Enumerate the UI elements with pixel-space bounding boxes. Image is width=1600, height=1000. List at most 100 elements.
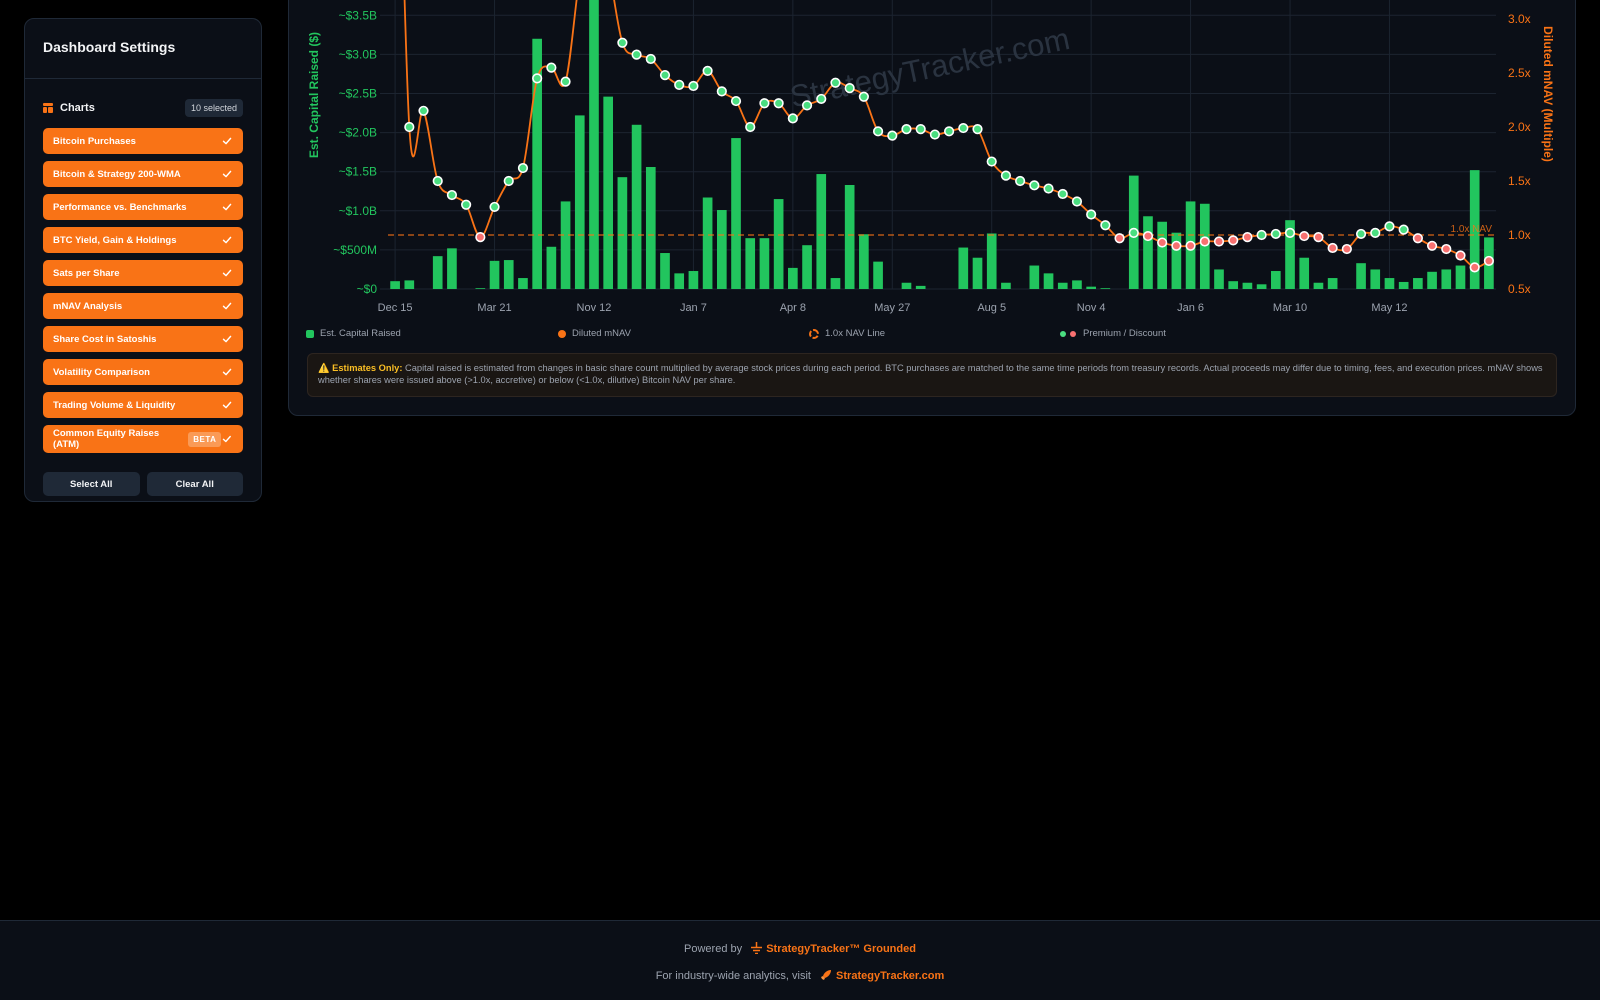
capital-bar[interactable] [1370,269,1381,289]
capital-bar[interactable] [816,174,827,289]
mnav-point-premium[interactable] [1100,220,1111,231]
capital-bar[interactable] [788,267,798,289]
strategytracker-link[interactable]: StrategyTracker.com [836,970,944,982]
mnav-point-premium[interactable] [503,175,514,187]
mnav-point-discount[interactable] [1327,242,1338,254]
capital-bar[interactable] [901,282,912,289]
mnav-point-premium[interactable] [674,79,685,90]
capital-bar[interactable] [1398,281,1409,289]
mnav-point-premium[interactable] [944,126,955,137]
capital-bar[interactable] [660,253,670,289]
mnav-point-premium[interactable] [1256,229,1267,241]
capital-bar[interactable] [1441,269,1452,289]
capital-bar[interactable] [1384,278,1395,289]
mnav-point-premium[interactable] [1029,180,1040,191]
mnav-point-premium[interactable] [773,98,784,109]
mnav-point-premium[interactable] [560,76,571,87]
capital-bar[interactable] [759,238,770,289]
mnav-point-premium[interactable] [787,113,798,124]
mnav-point-premium[interactable] [702,65,713,76]
select-all-button[interactable]: Select All [43,472,140,496]
mnav-point-premium[interactable] [517,162,529,174]
mnav-point-premium[interactable] [929,129,940,140]
capital-bar[interactable] [546,246,557,289]
mnav-point-premium[interactable] [801,100,813,111]
capital-bar[interactable] [802,245,812,289]
mnav-point-premium[interactable] [1284,227,1296,238]
capital-bar[interactable] [688,271,699,289]
capital-bar[interactable] [489,260,500,289]
capital-bar[interactable] [702,197,713,289]
mnav-point-premium[interactable] [1015,175,1026,187]
mnav-point-premium[interactable] [532,73,543,84]
capital-bar[interactable] [830,278,841,289]
capital-bar[interactable] [404,280,415,289]
capital-bar[interactable] [1299,257,1310,289]
mnav-point-premium[interactable] [1398,224,1409,235]
capital-bar[interactable] [844,184,855,289]
mnav-point-premium[interactable] [816,93,827,105]
mnav-point-discount[interactable] [1299,230,1310,242]
capital-bar[interactable] [1270,271,1281,289]
mnav-point-premium[interactable] [631,49,642,60]
mnav-point-premium[interactable] [461,199,472,210]
capital-bar[interactable] [1313,282,1324,289]
capital-bar[interactable] [731,138,741,289]
mnav-point-premium[interactable] [986,156,997,167]
mnav-point-discount[interactable] [1213,236,1225,247]
capital-bar[interactable] [1001,282,1011,289]
chart-toggle-item[interactable]: Volatility Comparison [43,359,243,385]
legend-diluted-mnav[interactable]: Diluted mNAV [558,328,631,339]
mnav-point-discount[interactable] [1242,232,1253,243]
mnav-point-discount[interactable] [1171,240,1182,251]
mnav-point-premium[interactable] [1043,183,1054,194]
mnav-point-discount[interactable] [1142,230,1154,242]
capital-bar[interactable] [1413,278,1423,289]
mnav-point-premium[interactable] [745,121,756,133]
chart-toggle-item[interactable]: Trading Volume & Liquidity [43,392,243,418]
chart-toggle-item[interactable]: Share Cost in Satoshis [43,326,243,352]
mnav-point-premium[interactable] [1128,227,1139,238]
mnav-point-premium[interactable] [645,53,656,65]
capital-bar[interactable] [1072,280,1082,289]
chart-toggle-item[interactable]: Common Equity Raises (ATM) BETA [43,425,243,453]
capital-bar[interactable] [560,201,571,289]
capital-bar[interactable] [390,281,400,289]
mnav-point-discount[interactable] [1426,240,1438,251]
mnav-point-discount[interactable] [1441,243,1452,255]
capital-bar[interactable] [1356,263,1366,289]
brand-link[interactable]: StrategyTracker™ Grounded [766,943,916,955]
capital-bar[interactable] [745,238,756,289]
mnav-point-premium[interactable] [546,62,557,73]
capital-bar[interactable] [1157,221,1168,289]
capital-bar[interactable] [603,96,614,290]
mnav-point-premium[interactable] [404,121,415,133]
legend-premium-discount[interactable]: Premium / Discount [1060,328,1166,339]
mnav-point-discount[interactable] [1185,240,1196,251]
mnav-point-premium[interactable] [1086,209,1097,220]
capital-bar[interactable] [915,285,926,289]
mnav-point-premium[interactable] [688,80,699,92]
mnav-point-premium[interactable] [958,122,969,134]
mnav-point-discount[interactable] [1455,250,1466,261]
mnav-point-premium[interactable] [1057,188,1068,200]
mnav-point-discount[interactable] [1199,236,1210,247]
capital-bar[interactable] [574,115,585,289]
capital-bar[interactable] [958,247,969,289]
capital-bar[interactable] [645,167,656,289]
capital-bar[interactable] [972,257,983,289]
mnav-point-discount[interactable] [1412,233,1423,244]
capital-bar[interactable] [1029,265,1040,289]
mnav-point-discount[interactable] [1313,232,1324,243]
capital-bar[interactable] [1327,278,1338,289]
mnav-point-premium[interactable] [659,70,671,81]
capital-bar[interactable] [1057,282,1068,289]
capital-bar[interactable] [631,124,642,289]
capital-bar[interactable] [986,233,997,289]
mnav-point-premium[interactable] [1071,196,1083,207]
capital-bar[interactable] [1100,288,1111,289]
mnav-point-premium[interactable] [858,91,869,102]
capital-bar[interactable] [716,210,727,289]
capital-bar[interactable] [447,248,457,289]
mnav-point-premium[interactable] [446,189,458,201]
